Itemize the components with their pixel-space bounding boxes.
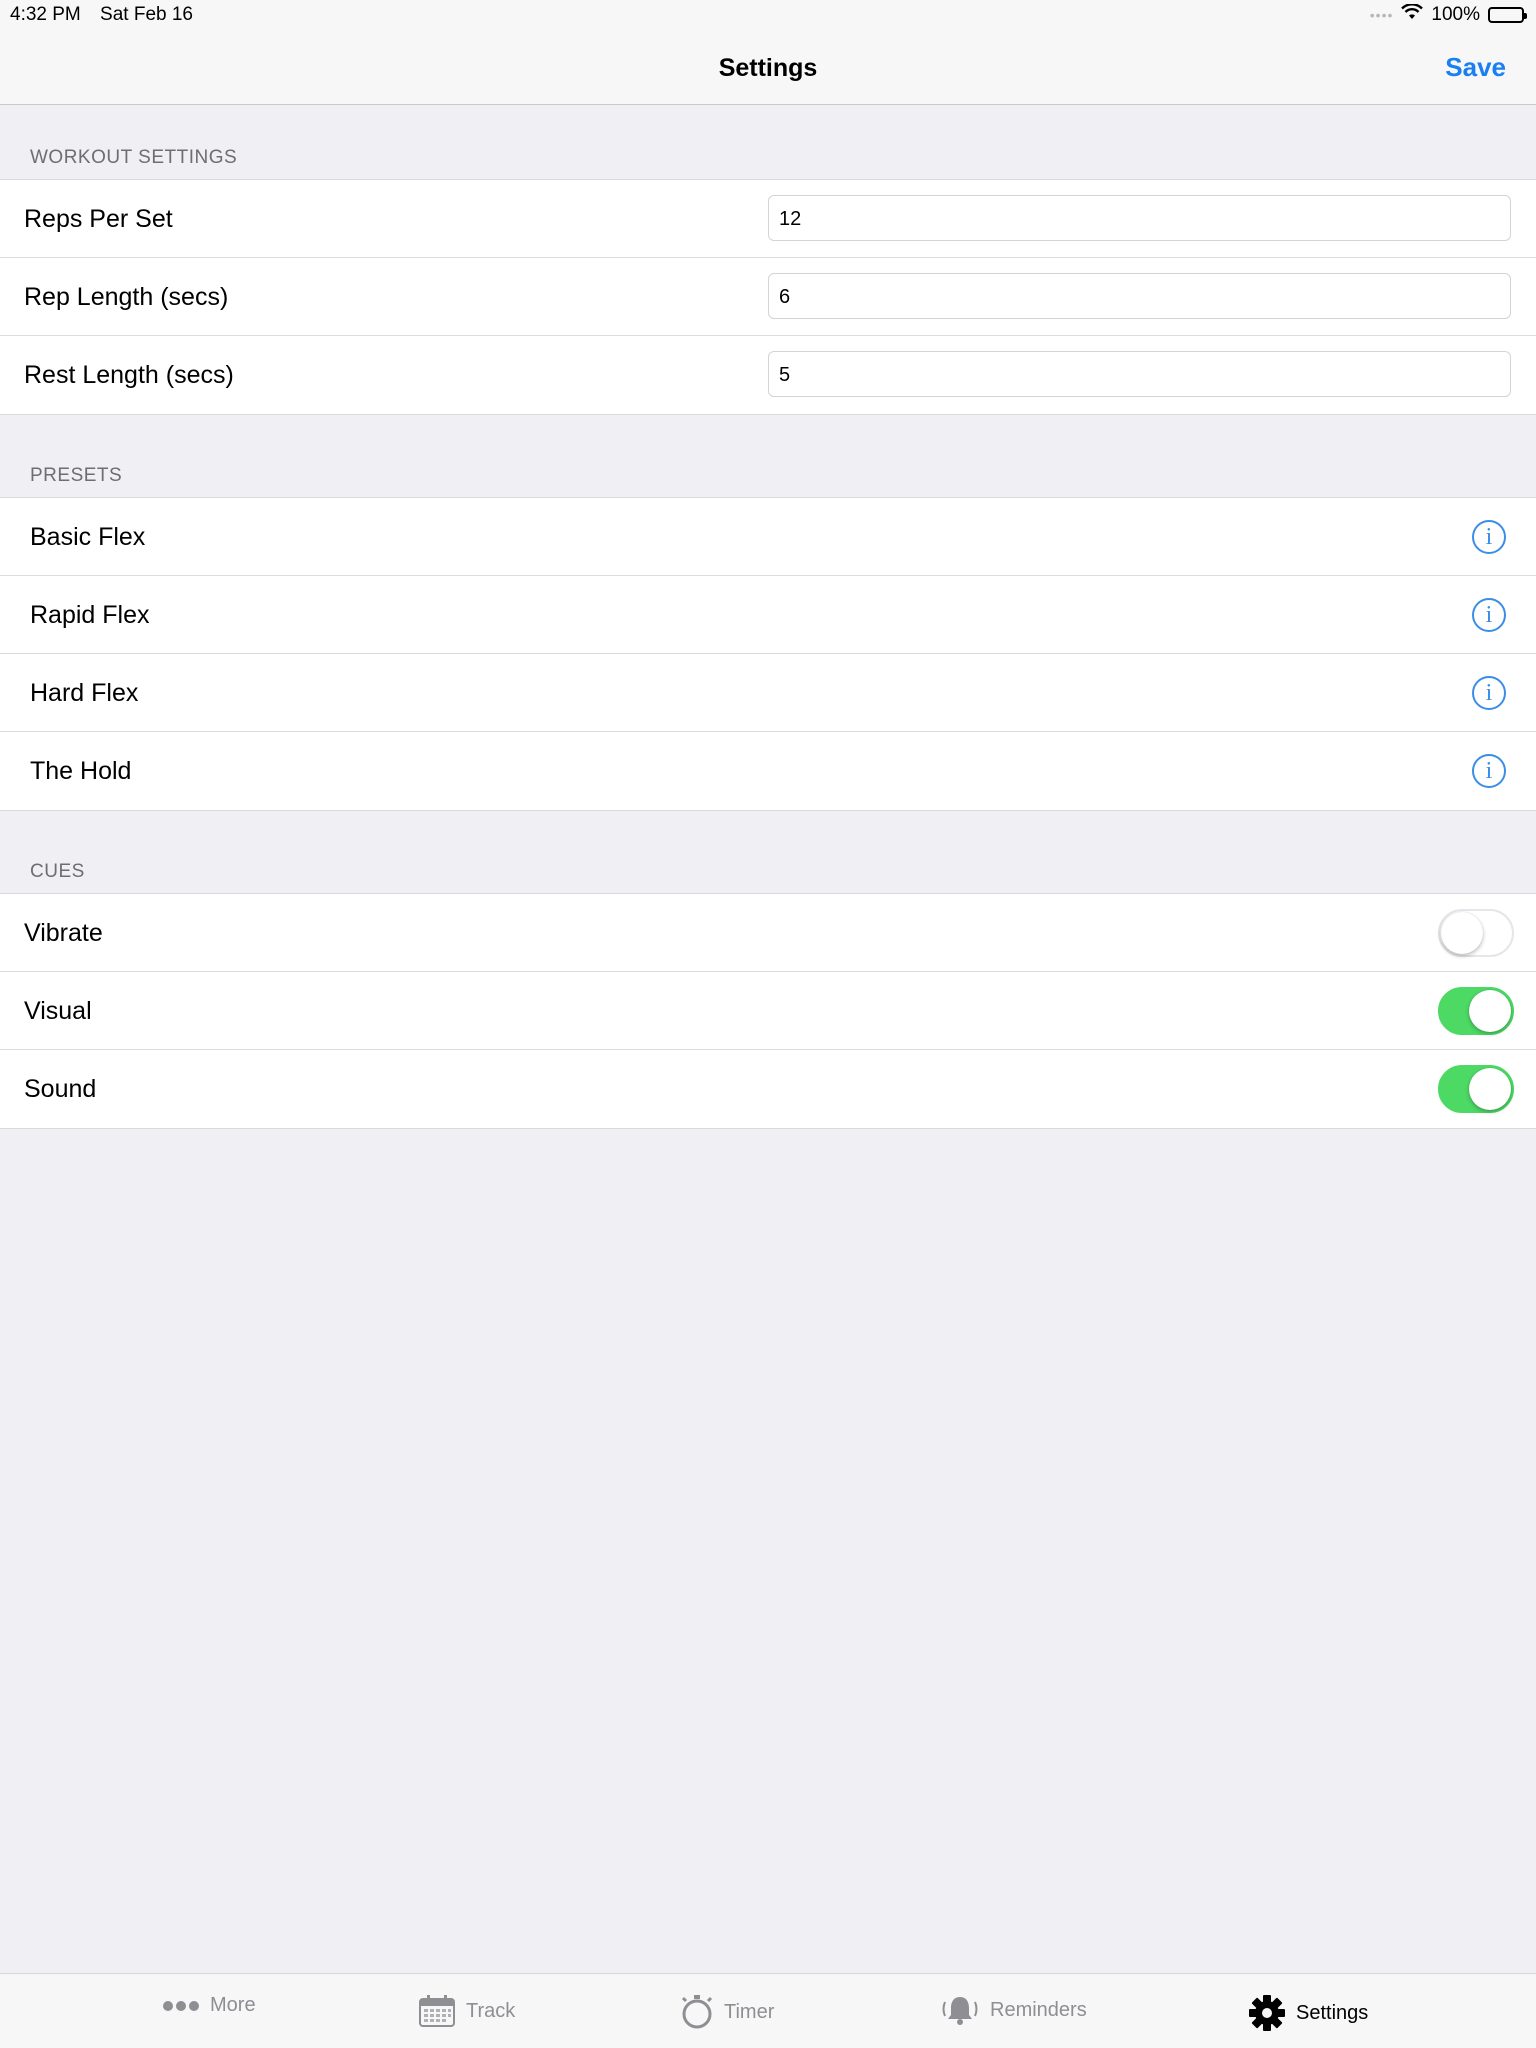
vibrate-toggle[interactable] xyxy=(1438,909,1514,957)
toggle-knob xyxy=(1469,990,1511,1032)
vibrate-label: Vibrate xyxy=(24,919,103,947)
preset-row-the-hold[interactable]: The Hold i xyxy=(0,732,1536,810)
preset-label: The Hold xyxy=(30,757,132,785)
navigation-bar: Settings Save xyxy=(0,30,1536,105)
rep-length-label: Rep Length (secs) xyxy=(24,283,229,311)
rest-length-row: Rest Length (secs) 5 xyxy=(0,336,1536,414)
status-left: 4:32 PM Sat Feb 16 xyxy=(10,4,207,26)
sound-label: Sound xyxy=(24,1075,97,1103)
tab-label: More xyxy=(210,1994,256,2016)
calendar-icon xyxy=(418,1994,456,2028)
vibrate-row: Vibrate xyxy=(0,894,1536,972)
visual-label: Visual xyxy=(24,997,92,1025)
rep-length-row: Rep Length (secs) 6 xyxy=(0,258,1536,336)
visual-toggle[interactable] xyxy=(1438,987,1514,1035)
reps-per-set-label: Reps Per Set xyxy=(24,205,173,233)
page-title: Settings xyxy=(718,54,818,82)
rep-length-input[interactable]: 6 xyxy=(768,273,1511,319)
tab-reminders[interactable]: Reminders xyxy=(940,1994,1087,2026)
info-icon[interactable]: i xyxy=(1472,598,1506,632)
rest-length-input[interactable]: 5 xyxy=(768,351,1511,397)
preset-label: Rapid Flex xyxy=(30,601,150,629)
tab-track[interactable]: Track xyxy=(418,1994,515,2028)
reps-per-set-row: Reps Per Set 12 xyxy=(0,180,1536,258)
wifi-icon xyxy=(1401,3,1424,26)
battery-percent: 100% xyxy=(1431,4,1480,25)
preset-row-hard-flex[interactable]: Hard Flex i xyxy=(0,654,1536,732)
info-icon[interactable]: i xyxy=(1472,676,1506,710)
sound-row: Sound xyxy=(0,1050,1536,1128)
tab-more[interactable]: More xyxy=(162,1994,256,2017)
status-date: Sat Feb 16 xyxy=(100,4,193,25)
tab-settings[interactable]: Settings xyxy=(1248,1994,1368,2032)
section-header-cues: CUES xyxy=(30,861,85,882)
section-header-presets: PRESETS xyxy=(30,465,123,486)
status-right: •••• 100% xyxy=(1369,3,1527,26)
visual-row: Visual xyxy=(0,972,1536,1050)
info-icon[interactable]: i xyxy=(1472,520,1506,554)
gear-icon xyxy=(1248,1994,1286,2032)
stopwatch-icon xyxy=(680,1994,714,2030)
sound-toggle[interactable] xyxy=(1438,1065,1514,1113)
battery-icon xyxy=(1488,7,1527,23)
info-icon[interactable]: i xyxy=(1472,754,1506,788)
preset-row-basic-flex[interactable]: Basic Flex i xyxy=(0,498,1536,576)
preset-label: Basic Flex xyxy=(30,523,146,551)
toggle-knob xyxy=(1441,912,1483,954)
reps-per-set-input[interactable]: 12 xyxy=(768,195,1511,241)
tab-label: Track xyxy=(466,1999,516,2022)
preset-label: Hard Flex xyxy=(30,679,139,707)
bell-icon xyxy=(940,1994,980,2026)
tab-label: Settings xyxy=(1296,2001,1369,2024)
save-button[interactable]: Save xyxy=(1445,52,1506,83)
more-icon xyxy=(162,1999,200,2013)
tab-timer[interactable]: Timer xyxy=(680,1994,774,2030)
section-header-workout-settings: WORKOUT SETTINGS xyxy=(30,147,238,168)
preset-row-rapid-flex[interactable]: Rapid Flex i xyxy=(0,576,1536,654)
tab-label: Timer xyxy=(724,2000,775,2023)
status-bar: 4:32 PM Sat Feb 16 •••• 100% xyxy=(0,0,1536,30)
tab-bar: More Track Timer Reminders Settings xyxy=(0,1973,1536,2048)
tab-label: Reminders xyxy=(990,1998,1087,2021)
presets-group: Basic Flex i Rapid Flex i Hard Flex i Th… xyxy=(0,497,1536,811)
workout-settings-group: Reps Per Set 12 Rep Length (secs) 6 Rest… xyxy=(0,179,1536,415)
toggle-knob xyxy=(1469,1068,1511,1110)
cues-group: Vibrate Visual Sound xyxy=(0,893,1536,1129)
status-time: 4:32 PM xyxy=(10,4,81,25)
signal-icon: •••• xyxy=(1369,7,1394,23)
rest-length-label: Rest Length (secs) xyxy=(24,361,234,389)
